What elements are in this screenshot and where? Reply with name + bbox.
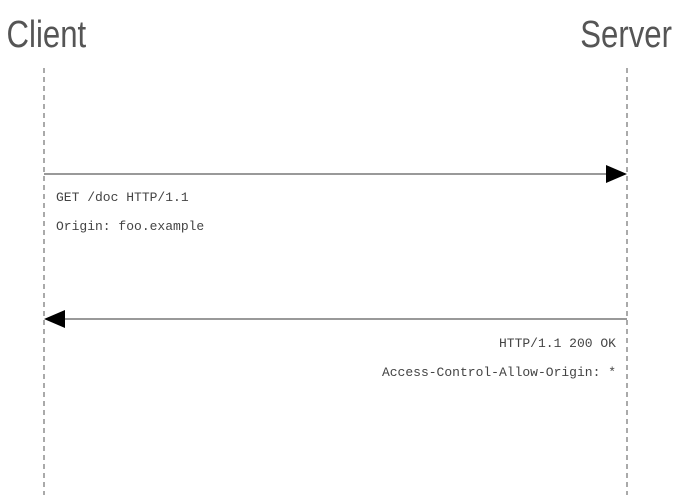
sequence-diagram: Client Server GET /doc HTTP/1.1 Origin: … <box>7 14 672 495</box>
request-line-2: Origin: foo.example <box>56 219 204 234</box>
actor-client: Client <box>7 14 87 56</box>
response-line-2: Access-Control-Allow-Origin: * <box>382 365 616 380</box>
request-message: GET /doc HTTP/1.1 Origin: foo.example <box>44 165 627 234</box>
response-arrowhead-icon <box>44 310 65 328</box>
response-message: HTTP/1.1 200 OK Access-Control-Allow-Ori… <box>44 310 627 380</box>
actor-server-label: Server <box>580 14 672 56</box>
request-line-1: GET /doc HTTP/1.1 <box>56 190 189 205</box>
response-line-1: HTTP/1.1 200 OK <box>499 336 616 351</box>
request-arrowhead-icon <box>606 165 627 183</box>
actor-client-label: Client <box>7 14 87 56</box>
actor-server: Server <box>580 14 672 56</box>
